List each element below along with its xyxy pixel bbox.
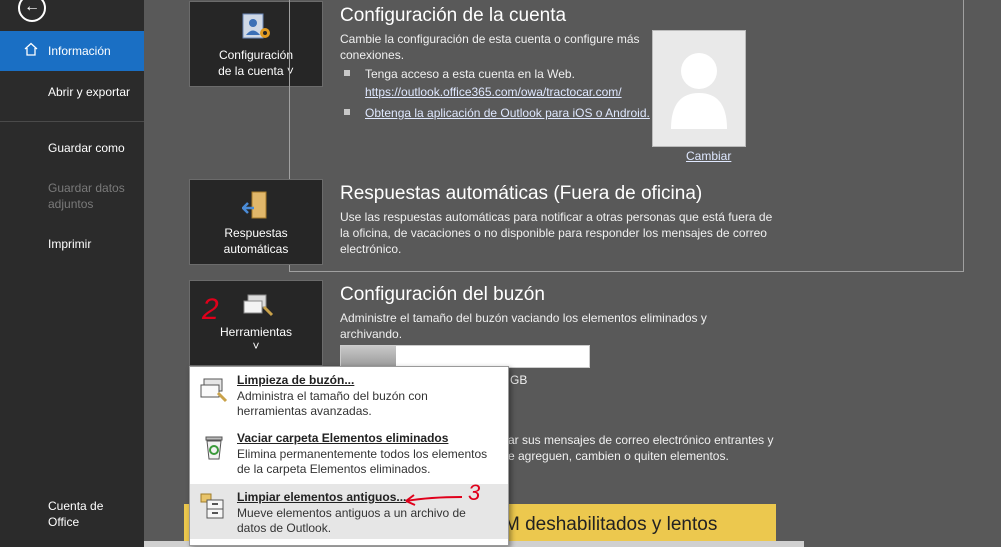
annotation-number-3: 3 [468,480,481,505]
back-button[interactable]: ← [18,0,46,22]
nav-cuenta-office-label: Cuenta de Office [48,499,104,529]
rules-desc-line1: ar sus mensajes de correo electrónico en… [508,433,774,447]
banner-title: M deshabilitados y lentos [504,514,718,535]
tools-tile-label: Herramientas [219,325,293,339]
mailbox-cleanup-icon [200,378,228,403]
account-tile-label-1: Configuración [218,48,294,62]
menu-item-title: Vaciar carpeta Elementos eliminados [237,431,449,445]
arrow-left-icon: ← [24,0,40,15]
backstage-sidebar: ← Información Abrir y exportar Guardar c… [0,0,144,547]
automatic-replies-button[interactable]: Respuestas automáticas [189,179,323,265]
autoreply-section-title: Respuestas automáticas (Fuera de oficina… [340,183,703,204]
nav-abrir-exportar[interactable]: Abrir y exportar [0,84,144,104]
autoreply-tile-label-2: automáticas [223,242,289,256]
nav-imprimir-label: Imprimir [48,237,92,251]
nav-divider [0,121,144,122]
autoreply-tile-label-1: Respuestas [224,226,288,240]
menu-item-desc: Elimina permanentemente todos los elemen… [237,447,488,476]
account-tile-label-2: de la cuenta ˅ [218,64,294,78]
web-access-text: Tenga acceso a esta cuenta en la Web. [365,67,575,81]
nav-guardar-como[interactable]: Guardar como [0,140,144,160]
menu-item-desc: Administra el tamaño del buzón con herra… [237,389,428,418]
mailbox-usage-fill [341,346,396,367]
mailbox-tools-icon [243,294,274,317]
person-silhouette-icon [671,53,727,129]
change-photo-link[interactable]: Cambiar [686,148,731,164]
nav-imprimir[interactable]: Imprimir [0,236,144,256]
nav-informacion-label: Información [48,44,111,58]
archive-cabinet-icon [200,493,224,519]
nav-informacion[interactable]: Información [0,31,144,71]
tools-button[interactable]: Herramientas ˅ 2 [189,280,323,366]
tools-dropdown-menu: Limpieza de buzón... Administra el tamañ… [189,366,509,546]
menu-item-title: Limpiar elementos antiguos... [237,490,407,504]
door-arrow-icon [242,191,267,219]
mobile-app-link[interactable]: Obtenga la aplicación de Outlook para iO… [365,105,650,121]
menu-item-mailbox-cleanup[interactable]: Limpieza de buzón... Administra el tamañ… [190,367,508,422]
home-icon [24,42,38,56]
mailbox-usage-bar [340,345,590,368]
nav-cuenta-office[interactable]: Cuenta de Office [0,498,144,532]
account-section-desc: Cambie la configuración de esta cuenta o… [340,32,640,62]
profile-picture [652,30,746,147]
owa-link[interactable]: https://outlook.office365.com/owa/tracto… [365,84,622,100]
mailbox-size-unit: GB [510,373,528,387]
account-section-title: Configuración de la cuenta [340,5,567,26]
mailbox-section-desc: Administre el tamaño del buzón vaciando … [340,311,707,341]
menu-item-desc: Mueve elementos antiguos a un archivo de… [237,506,466,535]
recycle-bin-icon [205,436,223,460]
mailbox-section-title: Configuración del buzón [340,284,545,305]
bullet-dot [344,109,350,115]
nav-guardar-datos-adjuntos-label: Guardar datos adjuntos [48,181,125,211]
nav-guardar-como-label: Guardar como [48,141,125,155]
account-settings-button[interactable]: Configuración de la cuenta ˅ [189,1,323,87]
bullet-dot [344,70,350,76]
menu-item-empty-deleted[interactable]: Vaciar carpeta Elementos eliminados Elim… [190,425,508,480]
menu-item-title: Limpieza de buzón... [237,373,355,387]
autoreply-section-desc: Use las respuestas automáticas para noti… [340,210,773,256]
nav-guardar-datos-adjuntos: Guardar datos adjuntos [0,180,144,214]
nav-abrir-exportar-label: Abrir y exportar [48,85,131,99]
account-settings-icon [242,13,270,39]
annotation-number-2: 2 [202,293,219,326]
rules-desc-line2: e agreguen, cambien o quiten elementos. [508,449,729,463]
chevron-down-icon: ˅ [252,339,260,353]
